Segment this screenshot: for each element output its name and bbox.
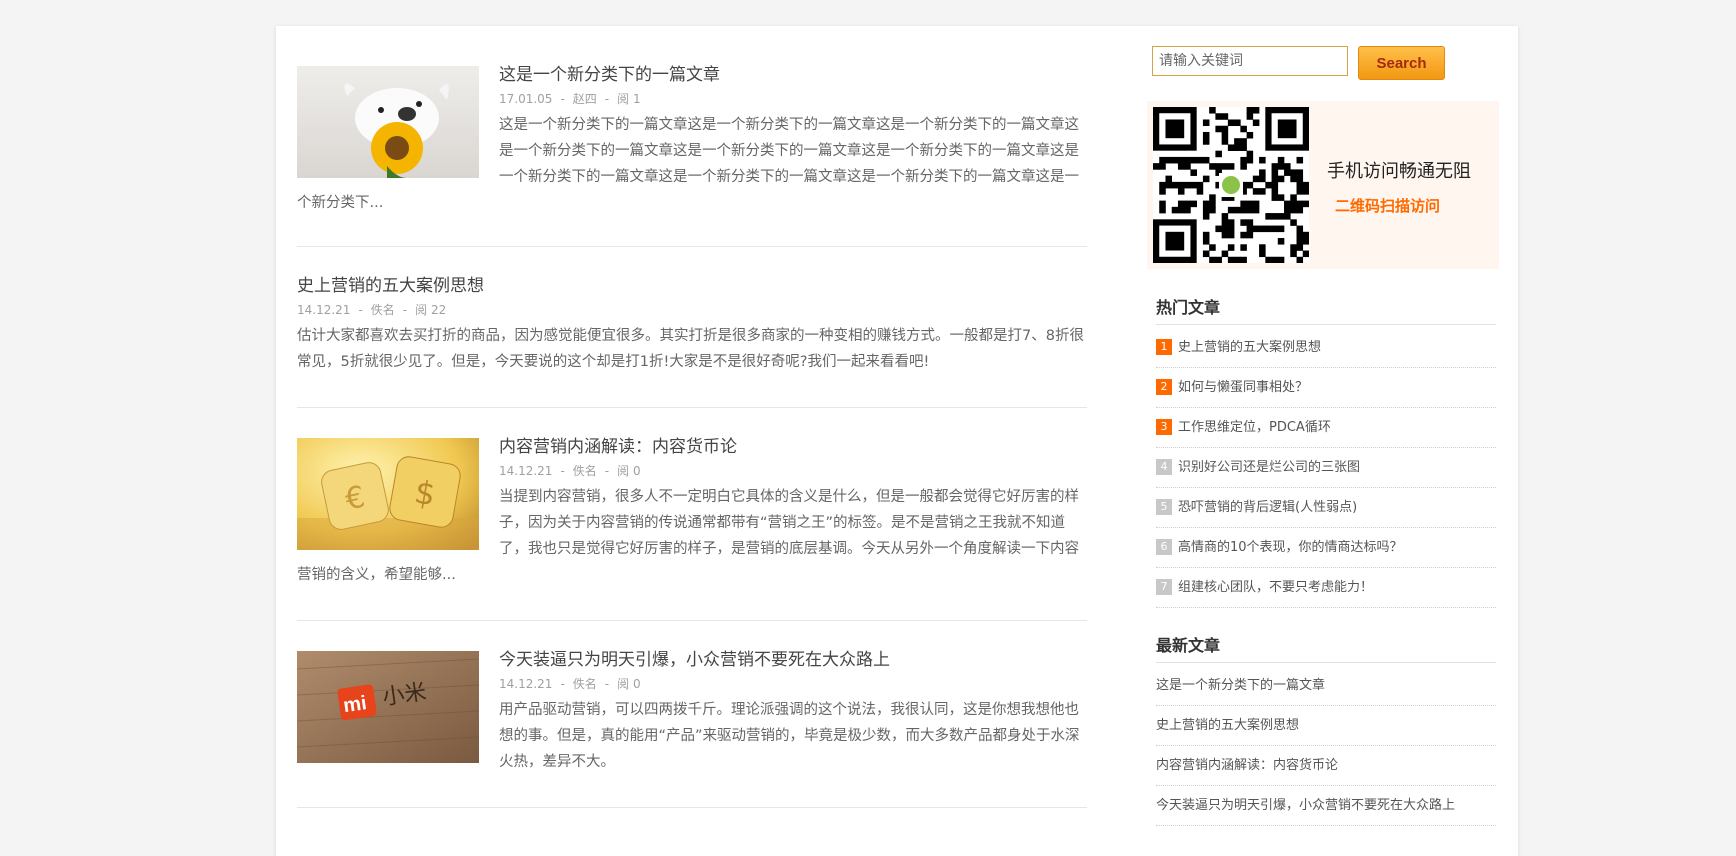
rank-badge: 2 [1156,378,1172,395]
article-author: 赵四 [572,92,597,106]
meta-separator: - [604,92,610,106]
article-item: mi 小米 今天装逼只为明天引爆，小众营销不要死在大众路上 14.12.21- 佚… [297,621,1087,808]
hot-articles-title: 热门文章 [1156,294,1496,325]
article-excerpt: 用产品驱动营销，可以四两拨千斤。理论派强调的这个说法，我很认同，这是你想我想他也… [499,702,1080,770]
hot-article-item[interactable]: 5 恐吓营销的背后逻辑(人性弱点) [1156,488,1496,528]
article-title[interactable]: 史上营销的五大案例思想 [297,271,484,296]
hot-article-link[interactable]: 识别好公司还是烂公司的三张图 [1178,460,1360,475]
meta-separator: - [604,677,610,691]
article-thumbnail[interactable]: mi 小米 [297,651,479,763]
article-item: 这是一个新分类下的一篇文章 17.01.05- 赵四 - 阅 1 这是一个新分类下的一… [297,26,1087,247]
meta-separator: - [560,464,565,478]
article-date: 14.12.21 [297,303,351,317]
article-title[interactable]: 今天装逼只为明天引爆，小众营销不要死在大众路上 [499,645,890,670]
hot-article-link[interactable]: 恐吓营销的背后逻辑(人性弱点) [1178,500,1357,515]
hot-article-item[interactable]: 3 工作思维定位，PDCA循环 [1156,408,1496,448]
article-author: 佚名 [572,677,597,691]
latest-article-item[interactable]: 这是一个新分类下的一篇文章 [1156,666,1496,706]
rank-badge: 1 [1156,338,1172,355]
article-excerpt: 当提到内容营销，很多人不一定明白它具体的含义是什么，但是一般都会觉得它好厉害的样… [297,484,1087,588]
hot-article-item[interactable]: 4 识别好公司还是烂公司的三张图 [1156,448,1496,488]
hot-article-item[interactable]: 2 如何与懒蛋同事相处？ [1156,368,1496,408]
hot-article-link[interactable]: 组建核心团队，不要只考虑能力！ [1178,580,1373,595]
hot-article-link[interactable]: 高情商的10个表现，你的情商达标吗？ [1178,540,1403,555]
rank-badge: 6 [1156,538,1172,555]
article-meta: 14.12.21- 佚名 - 阅 22 [297,301,446,318]
article-author: 佚名 [370,303,395,317]
article-date: 14.12.21 [499,677,553,691]
article-views: 阅 1 [617,92,641,106]
content-wrapper: 这是一个新分类下的一篇文章 17.01.05- 赵四 - 阅 1 这是一个新分类下的一… [276,26,1518,856]
rank-badge: 3 [1156,418,1172,435]
qr-code-icon [1153,107,1310,264]
rank-badge: 5 [1156,498,1172,515]
meta-separator: - [402,303,408,317]
article-meta: 14.12.21- 佚名 - 阅 0 [499,462,641,479]
hot-article-link[interactable]: 如何与懒蛋同事相处？ [1178,380,1308,395]
rank-badge: 4 [1156,458,1172,475]
search-input[interactable] [1152,46,1348,76]
article-excerpt: 估计大家都喜欢去买打折的商品，因为感觉能便宜很多。其实打折是很多商家的一种变相的… [297,328,1084,370]
article-date: 17.01.05 [499,92,553,106]
meta-separator: - [560,92,565,106]
article-meta: 14.12.21- 佚名 - 阅 0 [499,675,641,692]
latest-article-item[interactable]: 史上营销的五大案例思想 [1156,706,1496,746]
hot-article-item[interactable]: 1 史上营销的五大案例思想 [1156,328,1496,368]
qr-banner: 手机访问畅通无阻 二维码扫描访问 [1147,101,1499,269]
article-views: 阅 0 [617,677,641,691]
article-item: 史上营销的五大案例思想 14.12.21- 佚名 - 阅 22 估计大家都喜欢去买打折… [297,247,1087,408]
hot-article-link[interactable]: 工作思维定位，PDCA循环 [1178,420,1331,435]
article-views: 阅 22 [415,303,447,317]
article-title[interactable]: 这是一个新分类下的一篇文章 [499,60,720,85]
article-list: 这是一个新分类下的一篇文章 17.01.05- 赵四 - 阅 1 这是一个新分类下的一… [297,26,1087,808]
meta-separator: - [358,303,363,317]
qr-subtitle: 二维码扫描访问 [1335,197,1441,215]
hot-article-item[interactable]: 7 组建核心团队，不要只考虑能力！ [1156,568,1496,608]
hot-articles-list: 1 史上营销的五大案例思想 2 如何与懒蛋同事相处？ 3 工作思维定位，PDCA循环 4 识别… [1156,328,1496,608]
article-author: 佚名 [572,464,597,478]
svg-text:mi: mi [342,692,368,717]
meta-separator: - [560,677,565,691]
latest-article-item[interactable]: 今天装逼只为明天引爆，小众营销不要死在大众路上 [1156,786,1496,826]
qr-title: 手机访问畅通无阻 [1327,161,1471,182]
article-views: 阅 0 [617,464,641,478]
meta-separator: - [604,464,610,478]
rank-badge: 7 [1156,578,1172,595]
article-excerpt: 这是一个新分类下的一篇文章这是一个新分类下的一篇文章这是一个新分类下的一篇文章这… [297,112,1087,216]
article-date: 14.12.21 [499,464,553,478]
latest-articles-list: 这是一个新分类下的一篇文章 史上营销的五大案例思想 内容营销内涵解读：内容货币论 今天… [1156,666,1496,826]
article-title[interactable]: 内容营销内涵解读：内容货币论 [499,432,737,457]
search-button[interactable]: Search [1358,46,1445,80]
article-item: € $ 内容营销内涵解读：内容货币论 14.12.21- 佚名 - 阅 0 当提到内容… [297,408,1087,621]
latest-article-item[interactable]: 内容营销内涵解读：内容货币论 [1156,746,1496,786]
hot-article-item[interactable]: 6 高情商的10个表现，你的情商达标吗？ [1156,528,1496,568]
latest-articles-title: 最新文章 [1156,632,1496,663]
hot-article-link[interactable]: 史上营销的五大案例思想 [1178,340,1321,355]
article-meta: 17.01.05- 赵四 - 阅 1 [499,90,641,107]
